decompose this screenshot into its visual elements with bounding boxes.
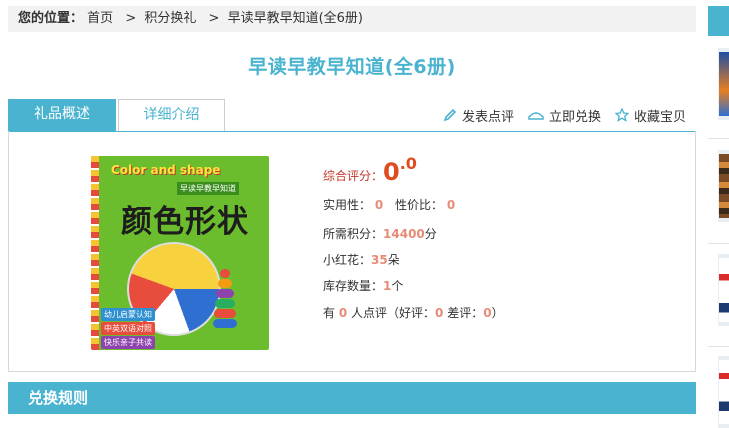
cover-tag: 快乐亲子共读 [101, 336, 155, 349]
practicality-row: 实用性： 0 性价比： 0 [323, 196, 455, 213]
cover-chinese-title: 颜色形状 [121, 204, 249, 240]
cover-series-label: 早读早教早知道 [177, 182, 239, 195]
points-row: 所需积分：14400分 [323, 225, 437, 242]
product-title: 早读早教早知道(全6册) [248, 56, 456, 78]
redeem-icon [528, 109, 544, 121]
reviews-row: 有 0 人点评（好评：0 差评：0） [323, 304, 504, 321]
action-links: 发表点评 立即兑换 收藏宝贝 [443, 105, 686, 125]
overall-score-label: 综合评分： [323, 169, 384, 183]
book-pages-edge [91, 156, 99, 350]
stock-unit: 个 [391, 279, 404, 293]
flowers-row: 小红花：35朵 [323, 251, 400, 268]
sidebar-thumbnail[interactable] [718, 150, 729, 222]
breadcrumb-separator: > [208, 11, 220, 26]
sidebar-thumbnail[interactable] [718, 356, 729, 428]
breadcrumb: 您的位置： 首页 > 积分换礼 > 早读早教早知道(全6册) [8, 6, 696, 32]
breadcrumb-label: 您的位置： [18, 11, 84, 26]
flowers-value: 35 [371, 253, 388, 267]
sidebar-thumbnail[interactable] [718, 48, 729, 120]
right-sidebar [708, 0, 729, 428]
sidebar-divider [708, 138, 729, 139]
breadcrumb-current: 早读早教早知道(全6册) [227, 11, 363, 26]
flowers-label: 小红花： [323, 253, 372, 267]
sidebar-divider [708, 346, 729, 347]
product-image: Color and shape 早读早教早知道 颜色形状 幼儿启蒙认知 中英双语… [91, 156, 269, 350]
exchange-rules-header: 兑换规则 [8, 382, 696, 414]
cover-tag: 中英双语对照 [101, 322, 155, 335]
stock-row: 库存数量：1个 [323, 277, 403, 294]
tab-details[interactable]: 详细介绍 [118, 99, 225, 131]
points-label: 所需积分： [323, 227, 384, 241]
write-review-label: 发表点评 [461, 109, 514, 125]
points-value: 14400 [383, 227, 425, 241]
sidebar-divider [708, 243, 729, 244]
cover-english-title: Color and shape [111, 163, 221, 177]
cover-tag: 幼儿启蒙认知 [101, 308, 155, 321]
reviews-prefix: 有 [323, 306, 336, 320]
overall-score-decimal: .0 [399, 154, 417, 173]
add-favorite-label: 收藏宝贝 [633, 109, 686, 125]
practicality-value: 0 [374, 198, 384, 212]
redeem-now-button[interactable]: 立即兑换 [528, 105, 601, 125]
flowers-unit: 朵 [387, 253, 400, 267]
sidebar-header [708, 6, 729, 36]
sidebar-thumbnail[interactable] [718, 254, 729, 326]
points-unit: 分 [424, 227, 437, 241]
ring-stacker-illustration [213, 268, 237, 329]
overall-score-value: 0 [383, 158, 400, 186]
pencil-icon [443, 108, 457, 122]
redeem-now-label: 立即兑换 [548, 109, 601, 125]
bad-reviews-count: 0 [483, 306, 492, 320]
practicality-label: 实用性： [323, 198, 372, 212]
add-favorite-button[interactable]: 收藏宝贝 [614, 105, 686, 125]
value-for-money-value: 0 [446, 198, 456, 212]
value-for-money-label: 性价比： [395, 198, 444, 212]
tab-overview[interactable]: 礼品概述 [8, 99, 116, 131]
breadcrumb-separator: > [125, 11, 137, 26]
star-icon [614, 108, 629, 122]
tab-bar: 礼品概述 详细介绍 发表点评 立即兑换 收藏宝贝 [8, 99, 696, 132]
write-review-button[interactable]: 发表点评 [443, 105, 514, 125]
reviews-good-label: 人点评（好评： [351, 306, 436, 320]
breadcrumb-category-link[interactable]: 积分换礼 [144, 11, 196, 26]
stock-label: 库存数量： [323, 279, 384, 293]
good-reviews-count: 0 [435, 306, 444, 320]
breadcrumb-home-link[interactable]: 首页 [87, 11, 113, 26]
bad-reviews-label: 差评： [447, 306, 484, 320]
reviews-count: 0 [338, 306, 348, 320]
overall-score-row: 综合评分：0.0 [323, 154, 417, 186]
reviews-suffix: ） [491, 306, 504, 320]
